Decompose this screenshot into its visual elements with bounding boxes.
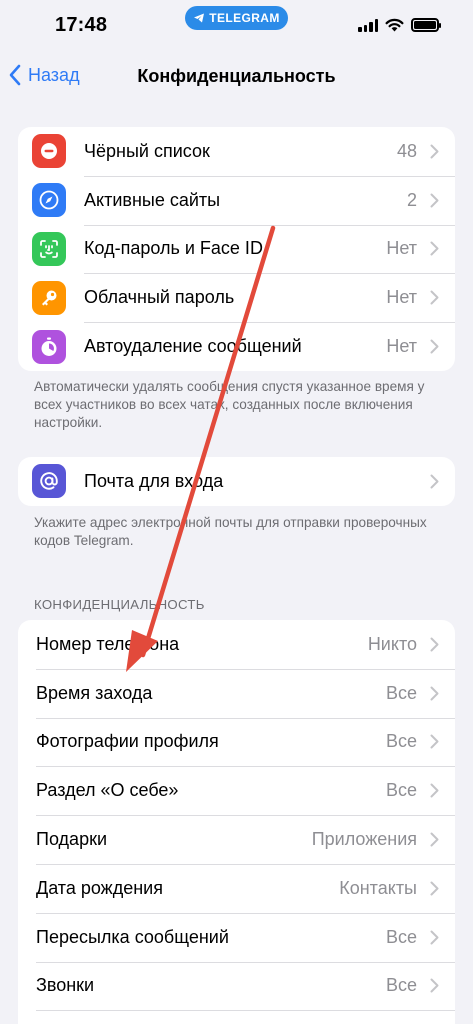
next-row-partial[interactable] <box>18 1010 455 1024</box>
chevron-right-icon <box>430 881 439 896</box>
chevron-right-icon <box>430 193 439 208</box>
chevron-right-icon <box>430 144 439 159</box>
row-label: Автоудаление сообщений <box>84 336 302 357</box>
chevron-right-icon <box>430 637 439 652</box>
timer-icon <box>32 329 66 364</box>
row-value: Нет <box>386 238 417 259</box>
row-value: Контакты <box>339 877 417 898</box>
row-value: Нет <box>386 287 417 308</box>
row-label: Пересылка сообщений <box>36 926 229 947</box>
chevron-right-icon <box>430 930 439 945</box>
security-settings-group: Чёрный список 48 Активные сайты 2 Код-па… <box>18 127 455 371</box>
passcode-face-id-row[interactable]: Код-пароль и Face ID Нет <box>18 224 455 274</box>
minus-circle-icon <box>32 134 66 169</box>
face-id-icon <box>32 231 66 266</box>
gifts-row[interactable]: Подарки Приложения <box>18 815 455 864</box>
login-email-row[interactable]: Почта для входа <box>18 457 455 506</box>
auto-delete-footnote: Автоматически удалять сообщения спустя у… <box>34 379 425 430</box>
row-label: Дата рождения <box>36 877 163 898</box>
at-icon <box>32 464 66 499</box>
active-sites-row[interactable]: Активные сайты 2 <box>18 175 455 225</box>
row-value: 2 <box>406 189 417 210</box>
row-label: Код-пароль и Face ID <box>84 238 263 259</box>
auto-delete-messages-row[interactable]: Автоудаление сообщений Нет <box>18 322 455 371</box>
chevron-right-icon <box>430 339 439 354</box>
chevron-right-icon <box>430 978 439 993</box>
row-label: Облачный пароль <box>84 287 235 308</box>
row-label: Чёрный список <box>84 140 210 161</box>
row-label: Раздел «О себе» <box>36 780 179 801</box>
last-seen-row[interactable]: Время захода Все <box>18 668 455 718</box>
compass-icon <box>32 183 66 218</box>
row-value: Все <box>385 682 417 703</box>
chevron-right-icon <box>430 474 439 489</box>
page-title: Конфиденциальность <box>137 66 336 86</box>
telegram-return-pill[interactable]: TELEGRAM <box>185 6 288 30</box>
row-value: Все <box>385 731 417 752</box>
chevron-right-icon <box>430 832 439 847</box>
navigation-bar: Назад Конфиденциальность <box>0 56 473 100</box>
telegram-pill-label: TELEGRAM <box>209 11 280 25</box>
row-value: Приложения <box>311 829 417 850</box>
status-icons <box>358 18 441 32</box>
key-icon <box>32 280 66 315</box>
row-value: Нет <box>386 336 417 357</box>
status-bar: 17:48 TELEGRAM <box>0 0 473 56</box>
chevron-right-icon <box>430 290 439 305</box>
row-label: Фотографии профиля <box>36 731 219 752</box>
wifi-icon <box>385 18 404 32</box>
forwarded-messages-row[interactable]: Пересылка сообщений Все <box>18 912 455 962</box>
status-time: 17:48 <box>55 14 108 36</box>
cellular-signal-icon <box>358 18 378 32</box>
paper-plane-icon <box>194 13 205 23</box>
row-value: Никто <box>367 633 417 654</box>
row-value: Все <box>385 926 417 947</box>
chevron-right-icon <box>430 734 439 749</box>
privacy-section-header: КОНФИДЕНЦИАЛЬНОСТЬ <box>34 597 205 612</box>
login-email-group: Почта для входа <box>18 457 455 506</box>
phone-number-row[interactable]: Номер телефона Никто <box>18 620 455 669</box>
row-value: Все <box>385 975 417 996</box>
row-label: Активные сайты <box>84 189 221 210</box>
row-value: Все <box>385 780 417 801</box>
birthday-row[interactable]: Дата рождения Контакты <box>18 863 455 913</box>
battery-icon <box>411 18 441 32</box>
bio-row[interactable]: Раздел «О себе» Все <box>18 766 455 815</box>
chevron-right-icon <box>430 241 439 256</box>
blocked-users-row[interactable]: Чёрный список 48 <box>18 127 455 176</box>
row-label: Подарки <box>36 829 108 850</box>
profile-photos-row[interactable]: Фотографии профиля Все <box>18 717 455 767</box>
row-label: Время захода <box>36 682 153 703</box>
login-email-footnote: Укажите адрес электронной почты для отпр… <box>34 515 427 548</box>
cloud-password-row[interactable]: Облачный пароль Нет <box>18 273 455 322</box>
calls-row[interactable]: Звонки Все <box>18 961 455 1011</box>
row-label: Номер телефона <box>36 633 180 654</box>
row-label: Почта для входа <box>84 470 224 491</box>
row-label: Звонки <box>36 975 95 996</box>
row-value: 48 <box>396 140 417 161</box>
privacy-settings-group: Номер телефона Никто Время захода Все Фо… <box>18 620 455 1024</box>
chevron-right-icon <box>430 783 439 798</box>
chevron-right-icon <box>430 686 439 701</box>
